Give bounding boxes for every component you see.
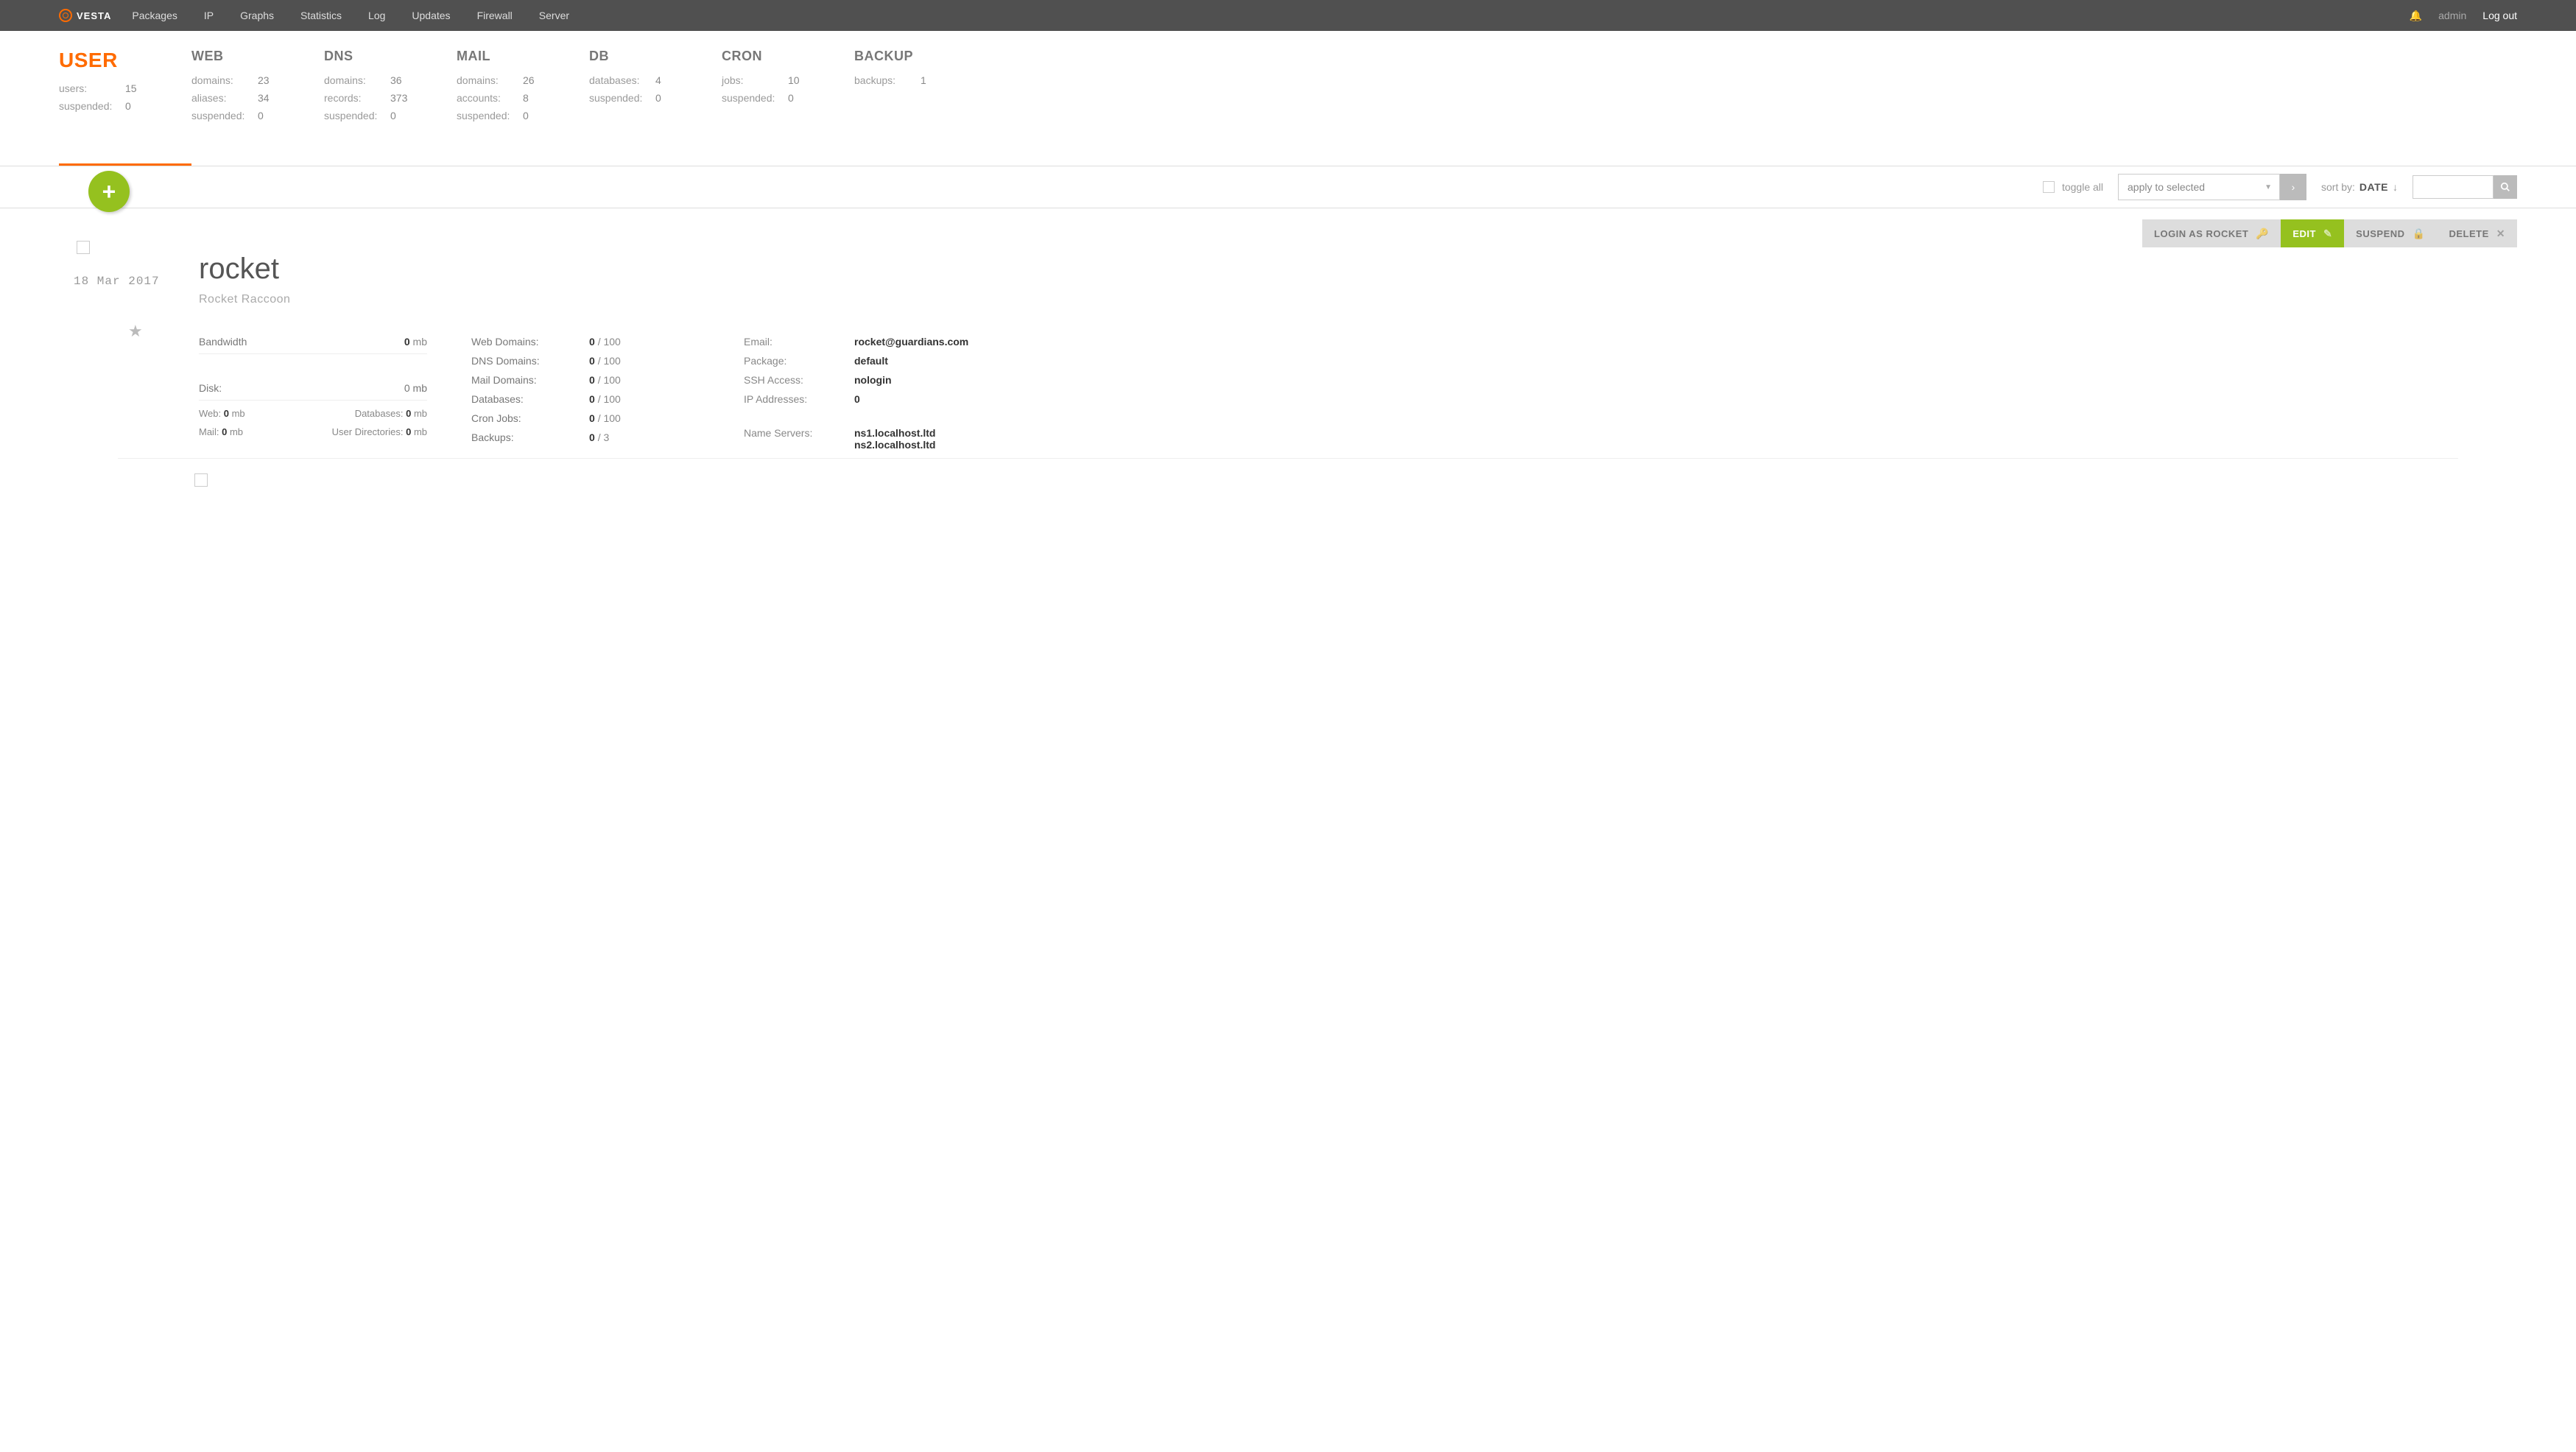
user-email: rocket@guardians.com [854, 336, 968, 348]
arrow-right-icon: › [2292, 181, 2295, 193]
disk-label: Disk: [199, 382, 222, 394]
top-right: 🔔 admin Log out [2410, 10, 2517, 22]
bulk-action-select[interactable]: apply to selected ▼ [2118, 174, 2280, 200]
suspend-label: SUSPEND [2356, 228, 2404, 239]
disk-row: Disk: 0 mb [199, 376, 427, 401]
top-bar: VESTA Packages IP Graphs Statistics Log … [0, 0, 2576, 31]
toggle-all-checkbox[interactable] [2043, 181, 2055, 193]
sort-value: DATE [2359, 181, 2388, 193]
plus-icon: + [102, 180, 116, 203]
row-checkbox[interactable] [194, 473, 208, 487]
user-ssh: nologin [854, 374, 892, 386]
edit-button[interactable]: EDIT ✎ [2281, 219, 2344, 247]
logo-icon [59, 9, 72, 22]
pencil-icon: ✎ [2323, 228, 2332, 240]
edit-label: EDIT [2292, 228, 2316, 239]
info-col: Email:rocket@guardians.com Package:defau… [744, 336, 2517, 458]
list-toolbar: + toggle all apply to selected ▼ › sort … [0, 166, 2576, 208]
search-icon [2500, 182, 2510, 192]
user-fullname: Rocket Raccoon [199, 293, 2517, 306]
login-as-label: LOGIN AS ROCKET [2154, 228, 2248, 239]
next-row-stub [118, 458, 2458, 504]
top-nav: Packages IP Graphs Statistics Log Update… [132, 10, 569, 21]
user-list: 18 Mar 2017 ★ LOGIN AS ROCKET 🔑 EDIT ✎ S… [0, 208, 2576, 533]
disk-unit: mb [413, 382, 427, 394]
disk-sub-row-2: Mail: 0 mb User Directories: 0 mb [199, 426, 427, 437]
nav-updates[interactable]: Updates [412, 10, 450, 21]
user-package: default [854, 355, 888, 367]
nav-firewall[interactable]: Firewall [477, 10, 513, 21]
nav-server[interactable]: Server [539, 10, 569, 21]
tab-user-title: USER [59, 49, 191, 72]
disk-sub-row-1: Web: 0 mb Databases: 0 mb [199, 408, 427, 419]
nav-statistics[interactable]: Statistics [300, 10, 342, 21]
lock-icon: 🔒 [2413, 228, 2426, 240]
tab-db-title: DB [589, 49, 722, 64]
search-input[interactable] [2413, 175, 2494, 199]
search [2413, 175, 2517, 199]
user-row: 18 Mar 2017 ★ LOGIN AS ROCKET 🔑 EDIT ✎ S… [59, 208, 2517, 458]
user-ips: 0 [854, 393, 860, 405]
stats-row: USER users:15 suspended:0 WEB domains:23… [0, 31, 2576, 166]
delete-button[interactable]: DELETE ✕ [2437, 219, 2517, 247]
key-icon: 🔑 [2256, 228, 2269, 240]
bandwidth-row: Bandwidth 0 mb [199, 336, 427, 354]
bandwidth-label: Bandwidth [199, 336, 247, 348]
nav-graphs[interactable]: Graphs [240, 10, 274, 21]
bandwidth-value: 0 [404, 336, 410, 348]
login-as-button[interactable]: LOGIN AS ROCKET 🔑 [2142, 219, 2281, 247]
disk-value: 0 [404, 382, 410, 394]
tab-web[interactable]: WEB domains:23 aliases:34 suspended:0 [191, 49, 324, 144]
bandwidth-unit: mb [413, 336, 427, 348]
username: rocket [199, 253, 2517, 286]
tab-mail[interactable]: MAIL domains:26 accounts:8 suspended:0 [457, 49, 589, 144]
logout-link[interactable]: Log out [2482, 10, 2517, 21]
bulk-action-label: apply to selected [2128, 181, 2205, 193]
tab-dns[interactable]: DNS domains:36 records:373 suspended:0 [324, 49, 457, 144]
suspend-button[interactable]: SUSPEND 🔒 [2344, 219, 2437, 247]
tab-backup[interactable]: BACKUP backups:1 [854, 49, 987, 144]
row-actions: LOGIN AS ROCKET 🔑 EDIT ✎ SUSPEND 🔒 DELET… [2142, 219, 2517, 247]
user-created-date: 18 Mar 2017 [74, 275, 199, 288]
tab-web-title: WEB [191, 49, 324, 64]
nav-ip[interactable]: IP [204, 10, 214, 21]
close-icon: ✕ [2496, 228, 2505, 240]
sort-label: sort by: [2321, 181, 2355, 193]
user-row-main: LOGIN AS ROCKET 🔑 EDIT ✎ SUSPEND 🔒 DELET… [199, 208, 2517, 458]
toggle-all-label: toggle all [2062, 181, 2103, 193]
tab-cron-title: CRON [722, 49, 854, 64]
tab-mail-title: MAIL [457, 49, 589, 64]
tab-backup-title: BACKUP [854, 49, 987, 64]
chevron-down-icon: ▼ [2264, 183, 2272, 191]
tab-db[interactable]: DB databases:4 suspended:0 [589, 49, 722, 144]
tab-dns-title: DNS [324, 49, 457, 64]
nav-log[interactable]: Log [368, 10, 385, 21]
current-user[interactable]: admin [2438, 10, 2466, 21]
tab-cron[interactable]: CRON jobs:10 suspended:0 [722, 49, 854, 144]
usage-col: Web Domains:0 / 100 DNS Domains:0 / 100 … [471, 336, 700, 458]
delete-label: DELETE [2449, 228, 2488, 239]
nameserver-2: ns2.localhost.ltd [854, 439, 935, 451]
sort-direction-icon: ↓ [2393, 181, 2398, 193]
logo-text: VESTA [77, 10, 111, 21]
user-row-side: 18 Mar 2017 ★ [59, 208, 199, 458]
search-button[interactable] [2494, 175, 2517, 199]
nav-packages[interactable]: Packages [132, 10, 177, 21]
toggle-all[interactable]: toggle all [2043, 181, 2103, 193]
add-button[interactable]: + [88, 171, 130, 212]
resource-col: Bandwidth 0 mb Disk: 0 mb Web: 0 mb Data… [199, 336, 427, 458]
logo[interactable]: VESTA [59, 9, 111, 22]
star-icon[interactable]: ★ [128, 322, 199, 341]
row-checkbox[interactable] [77, 241, 90, 254]
nameserver-1: ns1.localhost.ltd [854, 427, 935, 439]
tab-user[interactable]: USER users:15 suspended:0 [59, 49, 191, 166]
notifications-icon[interactable]: 🔔 [2410, 10, 2422, 22]
sort-control[interactable]: sort by: DATE ↓ [2321, 181, 2398, 193]
bulk-action-submit[interactable]: › [2280, 174, 2306, 200]
